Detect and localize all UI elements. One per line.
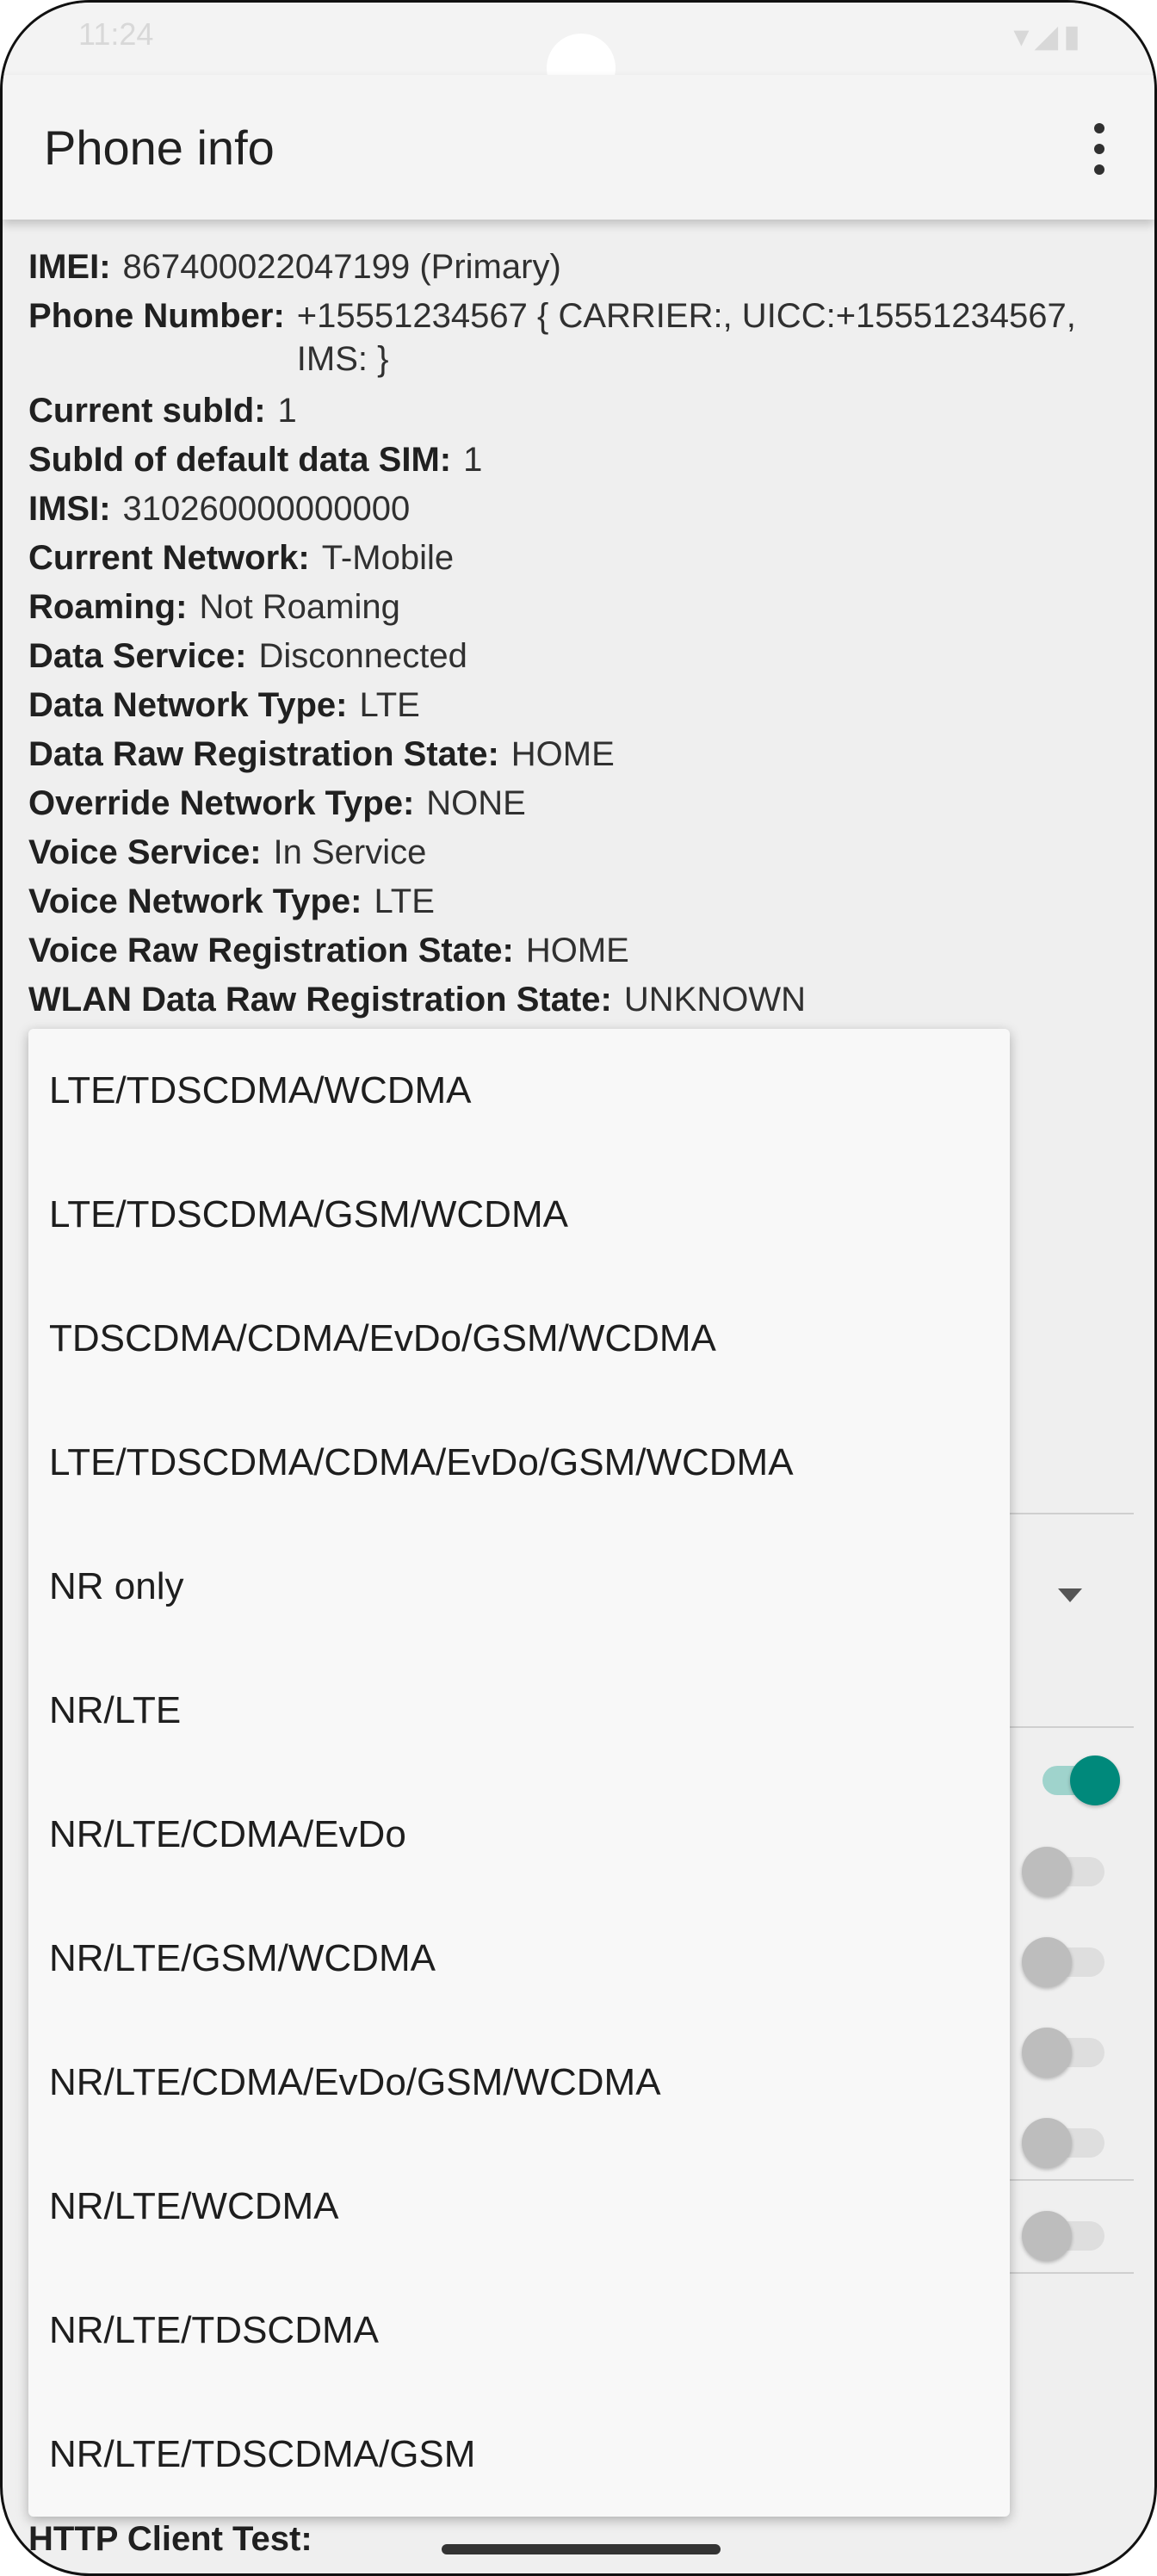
dropdown-option[interactable]: NR/LTE/TDSCDMA/GSM — [28, 2393, 1010, 2517]
more-options-icon[interactable] — [1089, 123, 1110, 175]
info-value: LTE — [359, 686, 420, 724]
page-title: Phone info — [44, 121, 275, 175]
dropdown-option[interactable]: NR/LTE/WCDMA — [28, 2145, 1010, 2269]
info-label: Roaming: — [28, 588, 188, 626]
info-value: 867400022047199 (Primary) — [122, 248, 561, 286]
info-value: LTE — [374, 882, 435, 920]
info-value: NONE — [426, 784, 526, 822]
dropdown-option[interactable]: LTE/TDSCDMA/CDMA/EvDo/GSM/WCDMA — [28, 1401, 1010, 1525]
dropdown-option[interactable]: NR/LTE/GSM/WCDMA — [28, 1897, 1010, 2021]
info-row-imei: IMEI: 867400022047199 (Primary) — [28, 245, 1120, 288]
info-row-data-service: Data Service: Disconnected — [28, 635, 1120, 678]
toggle-switch-off[interactable] — [1022, 2028, 1072, 2078]
dropdown-option[interactable]: LTE/TDSCDMA/GSM/WCDMA — [28, 1153, 1010, 1277]
info-row-imsi: IMSI: 310260000000000 — [28, 487, 1120, 530]
info-row-override-network-type: Override Network Type: NONE — [28, 782, 1120, 825]
info-value: 1 — [277, 392, 297, 430]
info-row-data-network-type: Data Network Type: LTE — [28, 684, 1120, 727]
device-frame: 11:24 ▾◢▮ Phone info Phone 0 IMEI: 86740… — [0, 0, 1157, 2576]
info-row-wlan-raw-registration: WLAN Data Raw Registration State: UNKNOW… — [28, 978, 1120, 1021]
dropdown-option[interactable]: LTE/TDSCDMA/WCDMA — [28, 1029, 1010, 1153]
info-value: HOME — [525, 932, 629, 969]
info-row-default-data-sim: SubId of default data SIM: 1 — [28, 438, 1120, 481]
info-value: Disconnected — [258, 637, 467, 675]
info-value: 310260000000000 — [122, 490, 411, 528]
toggle-switch-off[interactable] — [1022, 1847, 1072, 1897]
info-value: T-Mobile — [321, 539, 455, 577]
status-time: 11:24 — [78, 16, 154, 52]
toggle-switch-off[interactable] — [1022, 1937, 1072, 1987]
info-label: WLAN Data Raw Registration State: — [28, 981, 612, 1019]
info-value: HOME — [510, 735, 615, 773]
info-label: Current subId: — [28, 392, 266, 430]
info-value: Not Roaming — [199, 588, 400, 626]
info-label: Voice Service: — [28, 833, 262, 871]
phone-heading: Phone 0 — [51, 220, 179, 227]
info-value: +15551234567 { CARRIER:, UICC:+155512345… — [296, 297, 1076, 378]
dropdown-option[interactable]: TDSCDMA/CDMA/EvDo/GSM/WCDMA — [28, 1277, 1010, 1401]
info-label: Override Network Type: — [28, 784, 415, 822]
info-label: Current Network: — [28, 539, 310, 577]
info-value: UNKNOWN — [623, 981, 806, 1019]
info-label: Voice Network Type: — [28, 882, 362, 920]
info-row-data-raw-registration: Data Raw Registration State: HOME — [28, 733, 1120, 776]
info-value: In Service — [273, 833, 427, 871]
info-label: Data Service: — [28, 637, 247, 675]
dropdown-option[interactable]: NR/LTE/CDMA/EvDo — [28, 1773, 1010, 1897]
toggle-switch-off[interactable] — [1022, 2118, 1072, 2168]
http-client-test-label: HTTP Client Test: — [28, 2520, 312, 2558]
info-row-voice-service: Voice Service: In Service — [28, 831, 1120, 874]
dropdown-option[interactable]: NR only — [28, 1525, 1010, 1649]
network-type-dropdown[interactable]: LTE/TDSCDMA/WCDMA LTE/TDSCDMA/GSM/WCDMA … — [28, 1029, 1010, 2517]
toggle-switch-on[interactable] — [1070, 1756, 1120, 1805]
info-label: Data Network Type: — [28, 686, 348, 724]
info-label: IMSI: — [28, 490, 111, 528]
info-row-phone-number: Phone Number: +15551234567 { CARRIER:, U… — [28, 294, 1120, 381]
info-row-roaming: Roaming: Not Roaming — [28, 585, 1120, 629]
dropdown-option[interactable]: NR/LTE — [28, 1649, 1010, 1773]
info-row-voice-raw-registration: Voice Raw Registration State: HOME — [28, 929, 1120, 972]
info-label: Data Raw Registration State: — [28, 735, 499, 773]
info-row-current-network: Current Network: T-Mobile — [28, 536, 1120, 579]
status-icons: ▾◢▮ — [1013, 18, 1086, 53]
toggle-switch-off[interactable] — [1022, 2211, 1072, 2261]
info-label: Phone Number: — [28, 297, 285, 335]
spinner-arrow-icon[interactable] — [1058, 1588, 1082, 1602]
dropdown-option[interactable]: NR/LTE/CDMA/EvDo/GSM/WCDMA — [28, 2021, 1010, 2145]
info-label: IMEI: — [28, 248, 111, 286]
info-label: SubId of default data SIM: — [28, 441, 452, 479]
info-row-voice-network-type: Voice Network Type: LTE — [28, 880, 1120, 923]
info-label: Voice Raw Registration State: — [28, 932, 514, 969]
dropdown-option[interactable]: NR/LTE/TDSCDMA — [28, 2269, 1010, 2393]
app-bar: Phone info — [3, 75, 1154, 220]
info-row-current-subid: Current subId: 1 — [28, 389, 1120, 432]
home-indicator[interactable] — [442, 2544, 721, 2554]
info-value: 1 — [463, 441, 483, 479]
